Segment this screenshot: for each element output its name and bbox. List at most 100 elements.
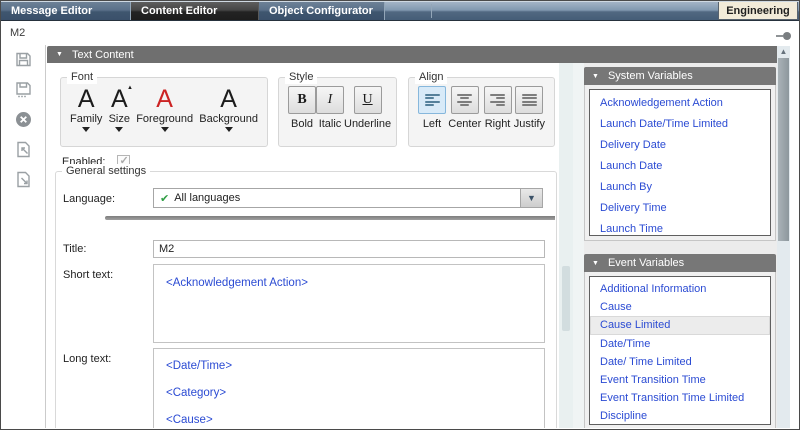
general-settings-label: General settings xyxy=(62,164,150,178)
foreground-color-icon: A xyxy=(156,86,173,112)
event-variable-item[interactable]: Event Transition Time Limited xyxy=(590,389,770,407)
tab-message-editor[interactable]: Message Editor xyxy=(1,2,131,20)
form-scrollbar[interactable] xyxy=(559,63,573,428)
save-as-button[interactable] xyxy=(12,81,34,103)
font-size-label: Size xyxy=(109,113,130,125)
scroll-up-arrow-icon[interactable]: ▲ xyxy=(777,46,790,58)
document-title: M2 xyxy=(10,27,25,39)
dropdown-caret-icon[interactable] xyxy=(161,127,169,132)
system-variables-header[interactable]: ▼ System Variables xyxy=(584,67,776,85)
event-variable-item[interactable]: Event Transition Time xyxy=(590,371,770,389)
panel-gap xyxy=(573,63,584,428)
tab-object-configurator[interactable]: Object Configurator xyxy=(259,2,385,20)
bold-icon: B xyxy=(297,92,306,108)
language-label: Language: xyxy=(63,193,115,205)
form-area: Font A Family A ▲ Size xyxy=(47,63,559,428)
save-button[interactable] xyxy=(12,51,34,73)
language-combobox[interactable]: ✔ All languages ▼ xyxy=(153,188,543,208)
align-left-button[interactable]: Left xyxy=(418,86,446,130)
tab-separator xyxy=(431,4,432,18)
title-input[interactable]: M2 xyxy=(153,240,545,258)
text-content-section: ▼ Text Content Font A Family A xyxy=(47,46,779,428)
font-size-icon: A xyxy=(111,86,128,112)
main-scrollbar-thumb[interactable] xyxy=(778,58,789,241)
background-color-button[interactable]: A Background xyxy=(199,86,258,132)
event-variables-title: Event Variables xyxy=(608,257,684,269)
align-left-icon xyxy=(425,94,440,106)
align-right-button[interactable]: Right xyxy=(484,86,512,130)
bold-label: Bold xyxy=(291,118,313,130)
event-variables-header[interactable]: ▼ Event Variables xyxy=(584,254,776,272)
save-icon xyxy=(14,50,33,74)
dropdown-caret-icon[interactable] xyxy=(82,127,90,132)
underline-button[interactable]: U Underline xyxy=(344,86,391,130)
align-right-label: Right xyxy=(485,118,511,130)
italic-button[interactable]: I Italic xyxy=(316,86,344,130)
form-scrollbar-thumb[interactable] xyxy=(562,266,570,331)
collapse-triangle-icon[interactable]: ▼ xyxy=(56,51,63,58)
system-variable-item[interactable]: Launch Date/Time Limited xyxy=(590,114,770,135)
text-content-header[interactable]: ▼ Text Content xyxy=(47,46,779,63)
long-text-label: Long text: xyxy=(63,353,111,365)
export-button[interactable] xyxy=(12,171,34,193)
pin-icon[interactable] xyxy=(776,32,791,40)
style-group-label: Style xyxy=(285,70,317,84)
cancel-button[interactable] xyxy=(12,111,34,133)
align-justify-button[interactable]: Justify xyxy=(514,86,545,130)
dropdown-arrow-icon: ▼ xyxy=(527,194,536,203)
underline-icon: U xyxy=(362,92,372,108)
dropdown-caret-icon[interactable] xyxy=(225,127,233,132)
font-family-icon: A xyxy=(78,86,95,112)
dropdown-caret-icon[interactable] xyxy=(115,127,123,132)
export-icon xyxy=(14,170,33,194)
language-check-icon: ✔ xyxy=(160,192,169,205)
short-text-label: Short text: xyxy=(63,269,113,281)
event-variable-item[interactable]: Discipline xyxy=(590,407,770,425)
application-window: Message Editor Content Editor Object Con… xyxy=(0,0,800,430)
variables-column: ▼ System Variables Acknowledgement Actio… xyxy=(584,63,779,428)
system-variable-item[interactable]: Launch Date xyxy=(590,156,770,177)
collapse-triangle-icon[interactable]: ▼ xyxy=(592,260,599,267)
event-variable-item[interactable]: Date/Time xyxy=(590,335,770,353)
import-button[interactable] xyxy=(12,141,34,163)
system-variable-item[interactable]: Delivery Time xyxy=(590,198,770,219)
tab-engineering[interactable]: Engineering xyxy=(718,2,798,20)
foreground-label: Foreground xyxy=(136,113,193,125)
background-label: Background xyxy=(199,113,258,125)
font-family-button[interactable]: A Family xyxy=(70,86,102,132)
background-color-icon: A xyxy=(220,86,237,112)
align-justify-icon xyxy=(522,94,537,106)
event-variable-item[interactable]: Cause Limited xyxy=(590,316,770,334)
long-text-input[interactable]: <Date/Time><Category><Cause> xyxy=(153,348,545,428)
left-toolbar xyxy=(1,45,46,428)
size-caret-icon: ▲ xyxy=(127,85,133,91)
section-title: Text Content xyxy=(72,49,134,61)
event-variables-panel: Additional InformationCauseCause Limited… xyxy=(584,272,776,428)
save-as-icon xyxy=(14,80,33,104)
italic-label: Italic xyxy=(319,118,342,130)
tab-content-editor[interactable]: Content Editor xyxy=(131,2,259,20)
align-left-label: Left xyxy=(423,118,441,130)
align-center-button[interactable]: Center xyxy=(448,86,481,130)
align-justify-label: Justify xyxy=(514,118,545,130)
font-size-button[interactable]: A ▲ Size xyxy=(109,86,130,132)
event-variable-item[interactable]: Cause xyxy=(590,298,770,316)
event-variable-item[interactable]: Additional Information xyxy=(590,280,770,298)
language-dropdown-button[interactable]: ▼ xyxy=(520,189,542,207)
collapse-triangle-icon[interactable]: ▼ xyxy=(592,73,599,80)
long-text-line: <Category> xyxy=(166,380,538,407)
system-variable-item[interactable]: Delivery Date xyxy=(590,135,770,156)
align-center-icon xyxy=(457,94,472,106)
bold-button[interactable]: B Bold xyxy=(288,86,316,130)
system-variable-item[interactable]: Acknowledgement Action xyxy=(590,93,770,114)
style-group: Style B Bold I Italic U Underline xyxy=(278,77,397,147)
main-scrollbar[interactable]: ▲ xyxy=(777,46,790,428)
short-text-input[interactable]: <Acknowledgement Action> xyxy=(153,264,545,343)
font-group: Font A Family A ▲ Size xyxy=(60,77,268,147)
system-variable-item[interactable]: Launch By xyxy=(590,177,770,198)
event-variable-item[interactable]: Date/ Time Limited xyxy=(590,353,770,371)
foreground-color-button[interactable]: A Foreground xyxy=(136,86,193,132)
import-icon xyxy=(14,140,33,164)
system-variable-item[interactable]: Launch Time xyxy=(590,219,770,236)
align-right-icon xyxy=(490,94,505,106)
